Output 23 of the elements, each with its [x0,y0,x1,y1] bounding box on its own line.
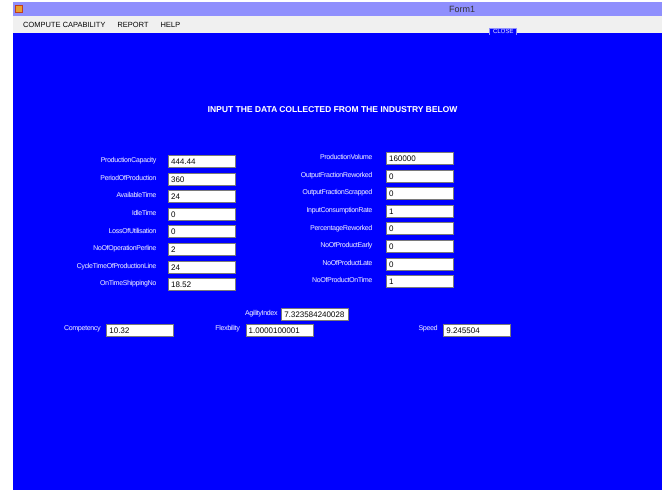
input-field[interactable]: 7.323584240028 [281,308,350,320]
input-field[interactable]: 1 [386,275,454,288]
input-field[interactable]: 0 [386,222,454,236]
input-field[interactable]: 0 [168,208,236,221]
input-field[interactable]: 0 [386,187,454,200]
input-field[interactable]: 24 [168,190,236,204]
input-field[interactable]: 10.32 [106,324,174,336]
input-field[interactable]: 444.44 [168,155,236,168]
input-field[interactable]: 18.52 [168,278,236,292]
input-field[interactable]: 160000 [386,152,454,166]
input-field[interactable]: 0 [168,225,236,238]
input-field[interactable]: 0 [386,258,454,271]
app-icon [15,5,23,13]
input-field[interactable]: 0 [386,240,454,254]
input-field[interactable]: 24 [168,260,236,274]
input-field[interactable]: 2 [168,243,236,256]
form-heading: INPUT THE DATA COLLECTED FROM THE INDUSTRY BELOW [208,103,458,116]
input-field[interactable]: 360 [168,172,236,186]
window-title: Form1 [449,3,476,16]
input-field[interactable]: 0 [386,170,454,183]
input-field[interactable]: 1 [386,204,454,218]
input-field[interactable]: 9.245504 [443,324,512,336]
input-field[interactable]: 1.0000100001 [246,324,314,336]
